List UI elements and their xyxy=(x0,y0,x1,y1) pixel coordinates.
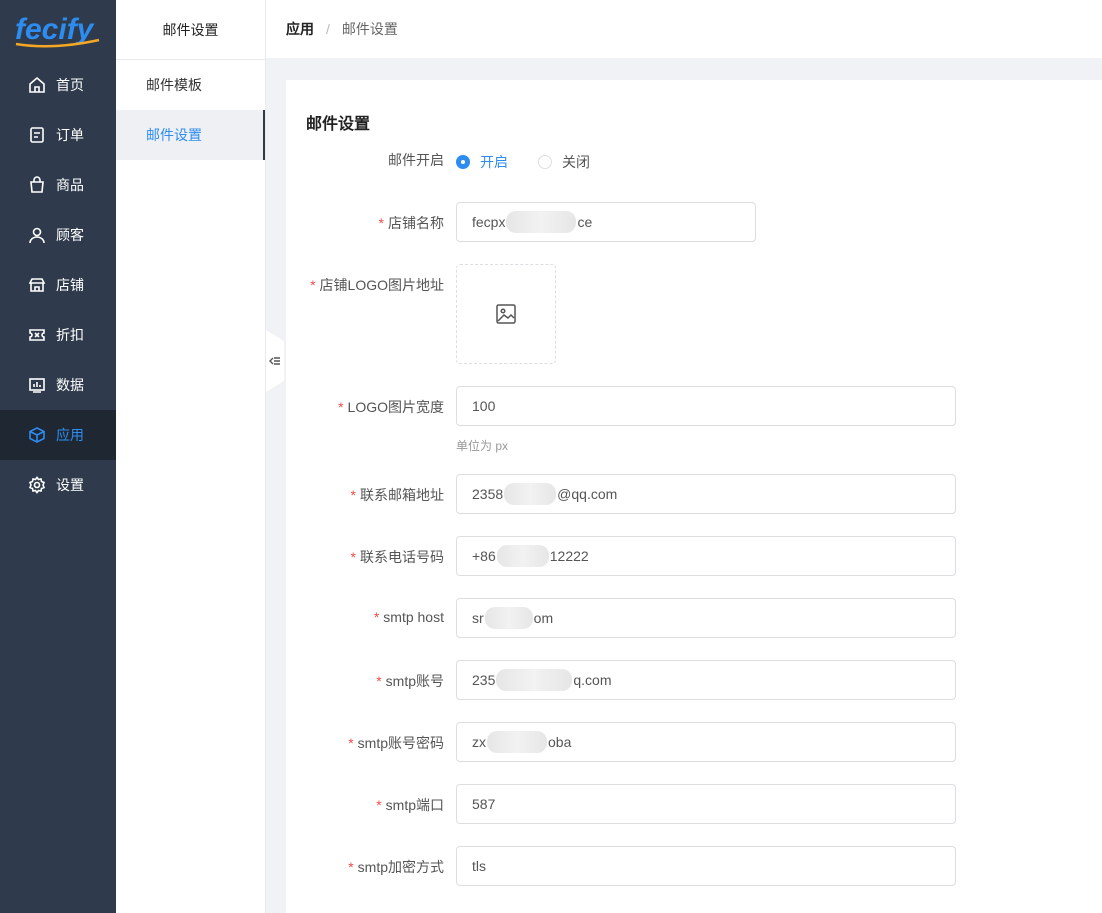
contact-email-input[interactable]: 2358 @qq.com xyxy=(456,474,956,514)
submenu-item-mail-templates[interactable]: 邮件模板 xyxy=(116,60,265,110)
nav-item-products[interactable]: 商品 xyxy=(0,160,116,210)
smtp-account-input[interactable]: 235 q.com xyxy=(456,660,956,700)
store-icon xyxy=(28,276,46,294)
breadcrumb-root[interactable]: 应用 xyxy=(286,19,314,39)
nav-label: 商品 xyxy=(56,177,84,193)
nav-label: 店铺 xyxy=(56,277,84,293)
image-icon xyxy=(496,304,516,324)
smtp-port-label: * smtp端口 xyxy=(376,797,444,813)
nav-label: 顾客 xyxy=(56,227,84,243)
logo-url-label: * 店铺LOGO图片地址 xyxy=(310,277,444,293)
logo-width-input[interactable]: 100 xyxy=(456,386,956,426)
nav-label: 首页 xyxy=(56,77,84,93)
radio-mail-on[interactable]: 开启 xyxy=(456,152,508,172)
nav-item-home[interactable]: 首页 xyxy=(0,60,116,110)
top-header: 应用 / 邮件设置 xyxy=(266,0,1102,58)
smtp-encryption-label: * smtp加密方式 xyxy=(348,859,444,875)
mail-enabled-label: 邮件开启 xyxy=(388,152,444,168)
nav-item-store[interactable]: 店铺 xyxy=(0,260,116,310)
ticket-icon xyxy=(28,326,46,344)
contact-phone-input[interactable]: +86 12222 xyxy=(456,536,956,576)
nav-label: 折扣 xyxy=(56,327,84,343)
collapse-icon xyxy=(269,357,280,365)
nav-item-data[interactable]: 数据 xyxy=(0,360,116,410)
breadcrumb: 应用 / 邮件设置 xyxy=(286,19,398,39)
user-icon xyxy=(28,226,46,244)
nav-label: 设置 xyxy=(56,477,84,493)
submenu-item-mail-settings[interactable]: 邮件设置 xyxy=(116,110,265,160)
contact-email-label: * 联系邮箱地址 xyxy=(350,487,444,503)
mail-enabled-radio-group: 开启 关闭 xyxy=(456,152,620,172)
svg-text:fecify: fecify xyxy=(15,13,95,46)
smtp-account-label: * smtp账号 xyxy=(376,673,444,689)
logo-width-hint: 单位为 px xyxy=(456,439,509,453)
logo-upload-box[interactable] xyxy=(456,264,556,364)
nav-item-orders[interactable]: 订单 xyxy=(0,110,116,160)
store-name-label: * 店铺名称 xyxy=(378,215,444,231)
sub-menu: 邮件设置 邮件模板 邮件设置 xyxy=(116,0,266,913)
breadcrumb-separator: / xyxy=(326,21,330,37)
bag-icon xyxy=(28,176,46,194)
breadcrumb-current: 邮件设置 xyxy=(341,21,398,37)
nav-item-discounts[interactable]: 折扣 xyxy=(0,310,116,360)
collapse-submenu-handle[interactable] xyxy=(266,330,284,392)
nav-item-customers[interactable]: 顾客 xyxy=(0,210,116,260)
nav-label: 应用 xyxy=(56,427,84,443)
main-nav: fecify 首页 订单 商品 顾客 店铺 折扣 数据 应用 设置 xyxy=(0,0,116,913)
brand-logo[interactable]: fecify xyxy=(0,0,116,60)
nav-item-apps[interactable]: 应用 xyxy=(0,410,116,460)
store-name-input[interactable]: fecpx ce xyxy=(456,202,756,242)
smtp-host-input[interactable]: sr om xyxy=(456,598,956,638)
smtp-password-label: * smtp账号密码 xyxy=(348,735,444,751)
smtp-host-label: * smtp host xyxy=(373,609,444,625)
cube-icon xyxy=(28,426,46,444)
smtp-encryption-input[interactable]: tls xyxy=(456,846,956,886)
order-icon xyxy=(28,126,46,144)
form-title: 邮件设置 xyxy=(306,116,371,133)
nav-item-settings[interactable]: 设置 xyxy=(0,460,116,510)
contact-phone-label: * 联系电话号码 xyxy=(350,549,444,565)
gear-icon xyxy=(28,476,46,494)
smtp-port-input[interactable]: 587 xyxy=(456,784,956,824)
logo-width-label: * LOGO图片宽度 xyxy=(338,399,444,415)
settings-form-card: 邮件设置 邮件开启 开启 关闭 * 店铺名称 fecpx ce * 店铺LOGO图片地… xyxy=(286,80,1102,913)
smtp-password-input[interactable]: zx oba xyxy=(456,722,956,762)
home-icon xyxy=(28,76,46,94)
radio-dot xyxy=(538,155,552,169)
nav-label: 订单 xyxy=(56,127,84,143)
radio-mail-off[interactable]: 关闭 xyxy=(538,152,590,172)
chart-icon xyxy=(28,376,46,394)
submenu-title: 邮件设置 xyxy=(116,0,265,60)
fecify-logo: fecify xyxy=(15,13,100,48)
radio-dot xyxy=(456,155,470,169)
nav-label: 数据 xyxy=(56,377,84,393)
